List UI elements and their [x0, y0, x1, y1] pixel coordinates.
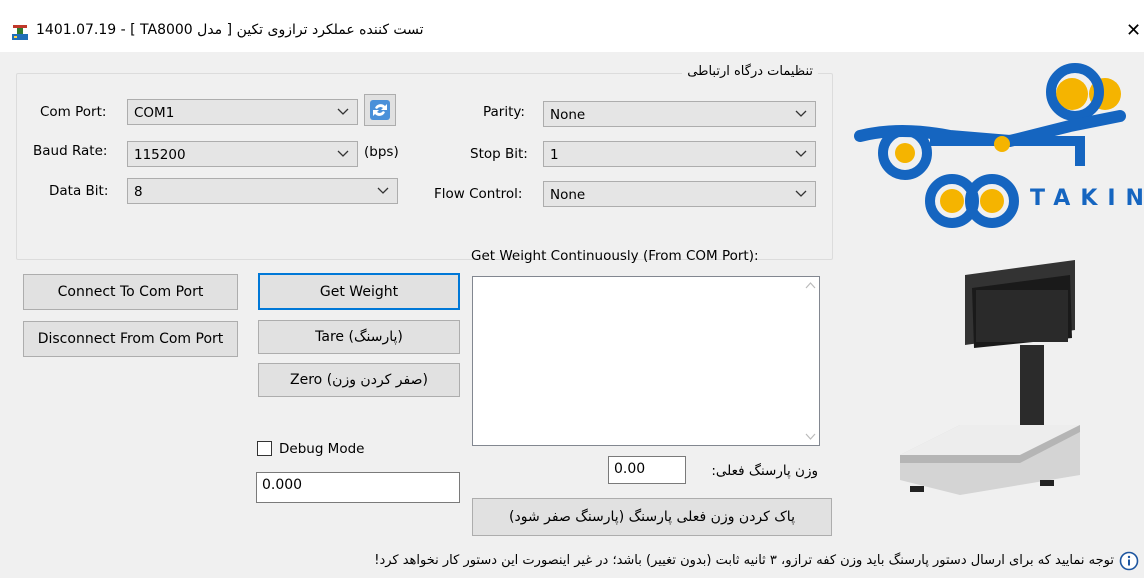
tare-note: توجه نمایید که برای ارسال دستور پارسنگ ب…	[374, 553, 1114, 568]
info-icon	[1119, 551, 1139, 571]
debug-mode-checkbox[interactable]	[257, 441, 272, 456]
current-tare-label: وزن پارسنگ فعلی:	[711, 463, 818, 479]
continuous-output[interactable]	[472, 276, 820, 446]
com-port-select[interactable]: COM1	[127, 99, 358, 125]
get-weight-button[interactable]: Get Weight	[258, 273, 460, 310]
parity-select[interactable]: None	[543, 101, 816, 127]
debug-value: 0.000	[262, 477, 303, 493]
flow-control-select[interactable]: None	[543, 181, 816, 207]
scrollbar[interactable]	[802, 277, 819, 445]
baud-unit: (bps)	[364, 144, 399, 160]
takin-logo: TAKIN	[840, 56, 1144, 256]
flow-control-value: None	[550, 187, 586, 203]
window-title: 1401.07.19 - [ TA8000 مدل ] تست کننده عم…	[36, 22, 424, 38]
scale-icon	[12, 25, 28, 40]
refresh-icon	[370, 100, 390, 120]
data-bit-select[interactable]: 8	[127, 178, 398, 204]
group-legend: تنظیمات درگاه ارتباطی	[682, 64, 818, 79]
com-port-label: Com Port:	[40, 104, 107, 120]
debug-value-field[interactable]: 0.000	[256, 472, 460, 503]
chevron-down-icon	[337, 108, 349, 115]
data-bit-label: Data Bit:	[49, 183, 109, 199]
current-tare-field[interactable]: 0.00	[608, 456, 686, 484]
tare-button[interactable]: Tare (پارسنگ)	[258, 320, 460, 354]
baud-rate-select[interactable]: 115200	[127, 141, 358, 167]
data-bit-value: 8	[134, 184, 143, 200]
baud-rate-value: 115200	[134, 147, 186, 163]
zero-button[interactable]: Zero (صفر کردن وزن)	[258, 363, 460, 397]
baud-rate-label: Baud Rate:	[33, 143, 108, 159]
logo-text: TAKIN	[1030, 186, 1144, 211]
stop-bit-label: Stop Bit:	[470, 146, 528, 162]
title-bar: 1401.07.19 - [ TA8000 مدل ] تست کننده عم…	[0, 0, 1144, 52]
current-tare-value: 0.00	[614, 461, 646, 477]
chevron-down-icon	[795, 190, 807, 197]
com-port-value: COM1	[134, 105, 175, 121]
clear-tare-button[interactable]: پاک کردن وزن فعلی پارسنگ (پارسنگ صفر شود…	[472, 498, 832, 536]
refresh-ports-button[interactable]	[364, 94, 396, 126]
chevron-down-icon	[337, 150, 349, 157]
scale-device-image	[900, 250, 1080, 500]
scroll-down-icon[interactable]	[802, 428, 819, 445]
flow-control-label: Flow Control:	[434, 186, 523, 202]
disconnect-button[interactable]: Disconnect From Com Port	[23, 321, 238, 357]
chevron-down-icon	[795, 150, 807, 157]
parity-value: None	[550, 107, 586, 123]
stop-bit-value: 1	[550, 147, 559, 163]
scroll-up-icon[interactable]	[802, 277, 819, 294]
continuous-label: Get Weight Continuously (From COM Port):	[471, 248, 759, 264]
parity-label: Parity:	[483, 104, 525, 120]
connect-button[interactable]: Connect To Com Port	[23, 274, 238, 310]
debug-mode-label: Debug Mode	[279, 441, 365, 457]
stop-bit-select[interactable]: 1	[543, 141, 816, 167]
chevron-down-icon	[377, 187, 389, 194]
chevron-down-icon	[795, 110, 807, 117]
close-icon[interactable]: ✕	[1126, 22, 1141, 40]
